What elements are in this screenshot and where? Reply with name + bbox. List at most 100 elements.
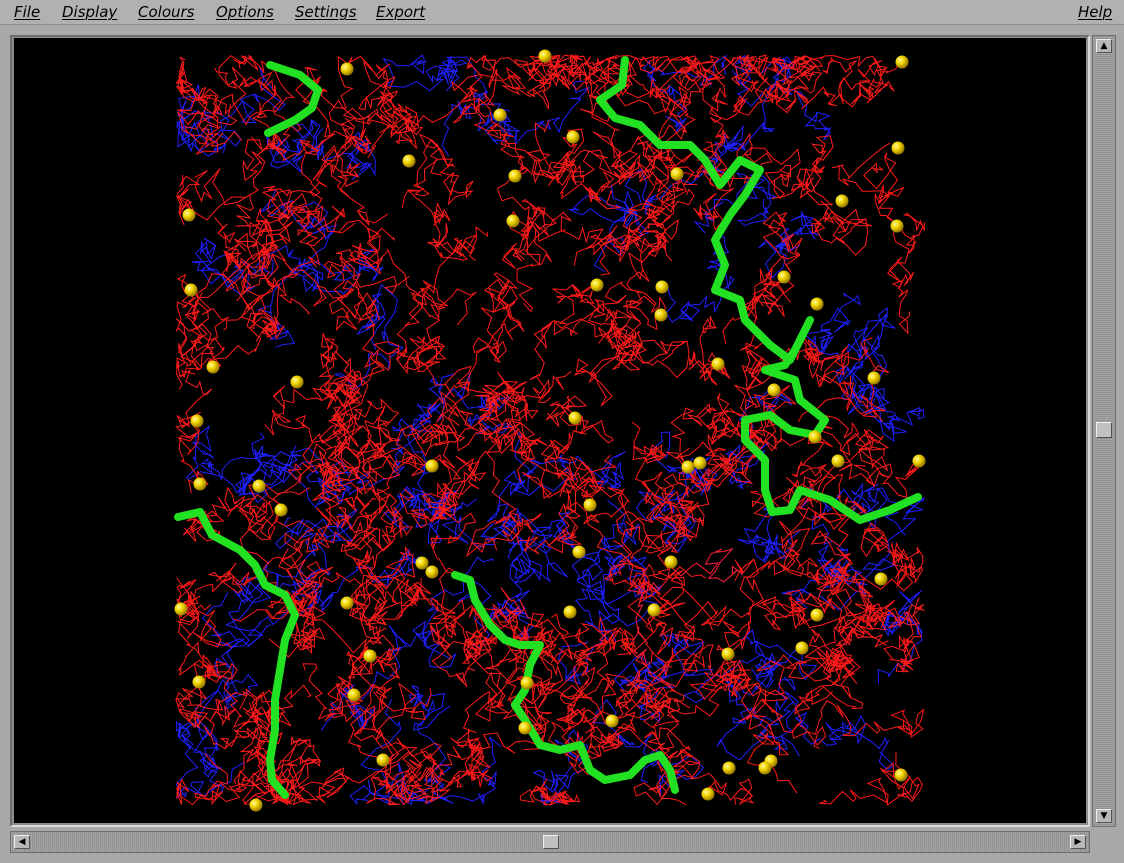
network-strand (301, 459, 395, 502)
particle (722, 761, 736, 775)
network-strand (382, 54, 460, 92)
particle (415, 556, 429, 570)
network-strand (412, 238, 477, 326)
menu-help[interactable]: Help (1078, 3, 1112, 21)
horizontal-scroll-thumb[interactable] (543, 835, 559, 849)
network-strand (811, 200, 873, 256)
particle (506, 214, 520, 228)
particle (831, 454, 845, 468)
network-strand (274, 508, 358, 595)
network-strand (818, 752, 923, 806)
particle (206, 360, 220, 374)
network-strand (633, 746, 700, 806)
particle (912, 454, 926, 468)
network-strand (634, 186, 695, 262)
particle (363, 649, 377, 663)
particle (425, 459, 439, 473)
particle (520, 676, 534, 690)
network-strand (400, 295, 472, 441)
particle (347, 688, 361, 702)
vertical-scroll-thumb[interactable] (1096, 422, 1112, 438)
particle (795, 641, 809, 655)
network-strand (401, 189, 488, 261)
network-strand (700, 560, 771, 692)
horizontal-scrollbar[interactable]: ◀ ▶ (10, 831, 1090, 853)
particle (572, 545, 586, 559)
particle (583, 498, 597, 512)
particle (402, 154, 416, 168)
network-strand (649, 65, 748, 121)
particle (518, 721, 532, 735)
particle (425, 565, 439, 579)
render-viewport[interactable] (14, 38, 1086, 823)
particle (721, 647, 735, 661)
network-strand (259, 366, 380, 495)
network-strand (177, 84, 230, 153)
menu-file[interactable]: File (14, 3, 40, 21)
menu-display[interactable]: Display (62, 3, 117, 21)
molecular-scene[interactable] (14, 38, 1086, 823)
polymer-chain (264, 61, 322, 137)
particle (605, 714, 619, 728)
network-strand (688, 315, 731, 386)
particle (835, 194, 849, 208)
particle (192, 675, 206, 689)
arrow-left-icon[interactable]: ◀ (14, 835, 30, 849)
particle (891, 141, 905, 155)
arrow-right-icon[interactable]: ▶ (1070, 835, 1086, 849)
particle (566, 130, 580, 144)
network-strand (318, 400, 401, 469)
network-strand (503, 542, 568, 618)
arrow-down-icon[interactable]: ▼ (1096, 809, 1112, 823)
network-strand (342, 75, 424, 136)
network-strand (834, 482, 925, 532)
particle (711, 357, 725, 371)
particle (493, 108, 507, 122)
particle (193, 477, 207, 491)
particle (874, 572, 888, 586)
network-strand (361, 303, 446, 371)
particle (174, 602, 188, 616)
network-strand (585, 324, 643, 407)
particle (508, 169, 522, 183)
particle (810, 297, 824, 311)
particle (808, 430, 822, 444)
particle (290, 375, 304, 389)
particle (190, 414, 204, 428)
network-strand (177, 96, 243, 156)
particle (895, 55, 909, 69)
network-strand (465, 502, 583, 558)
network-strand (579, 54, 653, 159)
particle (777, 270, 791, 284)
particle (681, 460, 695, 474)
particle (182, 208, 196, 222)
particle (538, 49, 552, 63)
particle (647, 603, 661, 617)
network-strand (701, 55, 769, 148)
particle (340, 62, 354, 76)
network-strand (175, 56, 247, 118)
network-strand (716, 644, 845, 698)
particle (758, 761, 772, 775)
particle (252, 479, 266, 493)
particle (810, 608, 824, 622)
vertical-scrollbar[interactable]: ▲ ▼ (1092, 35, 1116, 827)
particle (249, 798, 263, 812)
network-strand (794, 711, 895, 771)
menu-export[interactable]: Export (376, 3, 425, 21)
network-strand (831, 142, 905, 223)
menu-options[interactable]: Options (216, 3, 274, 21)
network-strand (738, 683, 798, 794)
menu-settings[interactable]: Settings (295, 3, 357, 21)
network-strand (472, 272, 525, 364)
network-strand (400, 736, 502, 805)
network-strand (519, 779, 581, 806)
particle (655, 280, 669, 294)
particle (894, 768, 908, 782)
network-strand (725, 384, 793, 490)
menu-colours[interactable]: Colours (138, 3, 194, 21)
arrow-up-icon[interactable]: ▲ (1096, 39, 1112, 53)
network-strand (334, 284, 404, 391)
particle (867, 371, 881, 385)
particle (376, 753, 390, 767)
